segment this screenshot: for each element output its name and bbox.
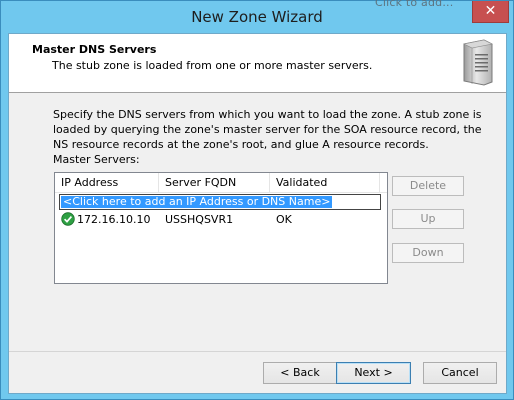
row-server-fqdn: USSHQSVR1: [165, 213, 234, 226]
row-ip-address: 172.16.10.10: [77, 213, 151, 226]
add-server-prompt[interactable]: <Click here to add an IP Address or DNS …: [61, 196, 333, 208]
close-button[interactable]: ✕: [472, 1, 509, 23]
table-row[interactable]: 172.16.10.10 USSHQSVR1 OK: [55, 211, 387, 228]
wizard-window: Click to add... New Zone Wizard ✕ Master…: [0, 0, 514, 400]
cancel-button[interactable]: Cancel: [423, 362, 497, 384]
close-icon: ✕: [484, 3, 497, 19]
page-title: Master DNS Servers: [32, 43, 157, 56]
master-servers-label: Master Servers:: [53, 153, 140, 166]
down-button[interactable]: Down: [392, 243, 464, 263]
wizard-header: Master DNS Servers The stub zone is load…: [9, 34, 506, 93]
ok-check-icon: [61, 212, 75, 226]
column-server-fqdn[interactable]: Server FQDN: [159, 173, 270, 193]
description-text: Specify the DNS servers from which you w…: [53, 108, 482, 151]
page-subtitle: The stub zone is loaded from one or more…: [52, 59, 373, 72]
delete-button[interactable]: Delete: [392, 176, 464, 196]
up-button[interactable]: Up: [392, 209, 464, 229]
next-button[interactable]: Next >: [336, 362, 411, 384]
column-validated[interactable]: Validated: [270, 173, 380, 193]
back-button[interactable]: < Back: [263, 362, 337, 384]
row-validated: OK: [276, 213, 292, 226]
title-bar[interactable]: New Zone Wizard ✕: [1, 1, 513, 33]
master-servers-list[interactable]: IP Address Server FQDN Validated <Click …: [54, 172, 388, 284]
list-header: IP Address Server FQDN Validated: [55, 173, 387, 193]
server-icon: [463, 39, 493, 86]
footer-divider: [9, 351, 506, 352]
add-server-row[interactable]: <Click here to add an IP Address or DNS …: [59, 194, 381, 210]
wizard-client-area: Master DNS Servers The stub zone is load…: [8, 33, 507, 394]
window-title: New Zone Wizard: [191, 8, 323, 26]
column-ip-address[interactable]: IP Address: [55, 173, 159, 193]
